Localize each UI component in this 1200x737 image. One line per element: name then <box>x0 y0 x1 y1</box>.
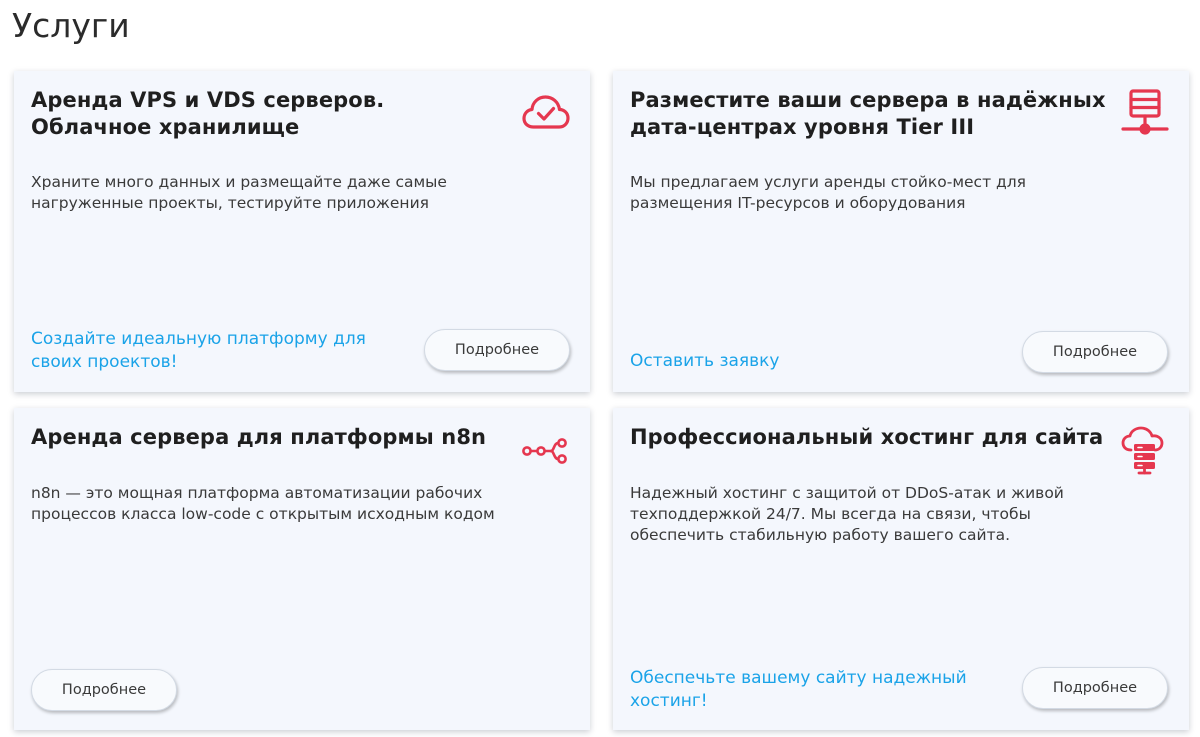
workflow-nodes-icon <box>520 424 572 476</box>
more-button[interactable]: Подробнее <box>1022 331 1168 373</box>
service-card-vps: Аренда VPS и VDS серверов. Облачное хран… <box>14 71 590 392</box>
card-title: Аренда сервера для платформы n8n <box>31 425 487 449</box>
more-button[interactable]: Подробнее <box>1022 667 1168 709</box>
card-title: Аренда VPS и VDS серверов. Облачное хран… <box>31 88 385 139</box>
card-description: n8n — это мощная платформа автоматизации… <box>31 484 495 523</box>
services-page: Услуги Аренда VPS и VDS серверов. Облачн… <box>0 0 1200 737</box>
cloud-server-icon <box>1119 424 1171 476</box>
leave-request-link[interactable]: Оставить заявку <box>630 350 990 373</box>
service-card-hosting: Профессиональный хостинг для сайта Надеж… <box>613 408 1189 730</box>
card-title: Разместите ваши сервера в надёжных дата-… <box>630 88 1106 139</box>
more-button[interactable]: Подробнее <box>31 669 177 711</box>
hosting-link[interactable]: Обеспечьте вашему сайту надежный хостинг… <box>630 667 990 713</box>
card-description: Храните много данных и размещайте даже с… <box>31 173 447 212</box>
card-description: Мы предлагаем услуги аренды стойко-мест … <box>630 173 1026 212</box>
page-title: Услуги <box>12 6 130 45</box>
cloud-check-icon <box>520 87 572 139</box>
service-card-n8n: Аренда сервера для платформы n8n n8n — э… <box>14 408 590 730</box>
server-network-icon <box>1119 87 1171 139</box>
more-button[interactable]: Подробнее <box>424 329 570 371</box>
service-card-colocation: Разместите ваши сервера в надёжных дата-… <box>613 71 1189 392</box>
card-description: Надежный хостинг с защитой от DDoS-атак … <box>630 484 1064 544</box>
card-title: Профессиональный хостинг для сайта <box>630 425 1104 449</box>
create-platform-link[interactable]: Создайте идеальную платформу для своих п… <box>31 328 391 374</box>
